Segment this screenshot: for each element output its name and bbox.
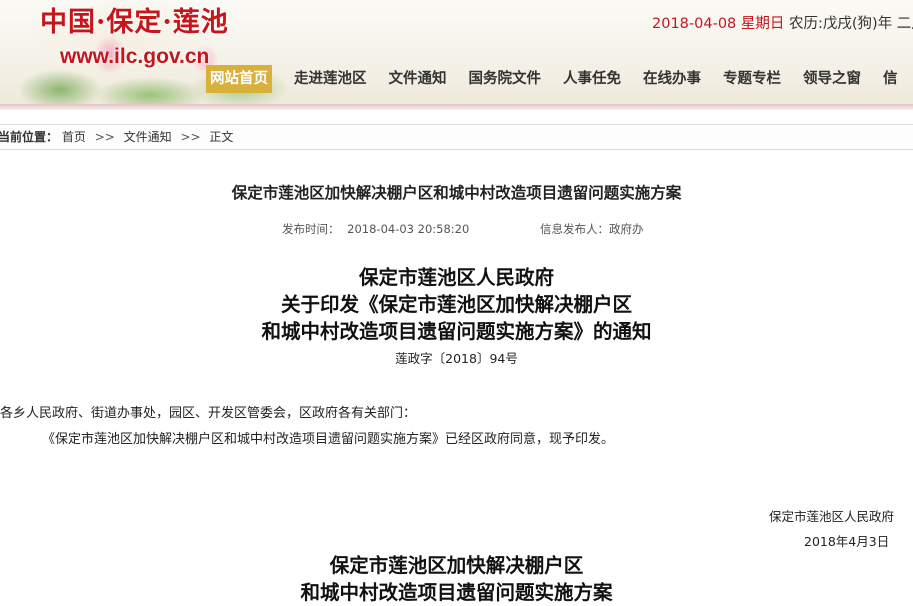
publish-info: 发布时间： 2018-04-03 20:58:20	[282, 221, 469, 237]
nav-item-more[interactable]: 信	[883, 65, 898, 93]
doc-heading-line-2: 关于印发《保定市莲池区加快解决棚户区	[280, 293, 632, 316]
nav-item-about-district[interactable]: 走进莲池区	[294, 65, 367, 93]
breadcrumb: 当前位置： 首页 >> 文件通知 >> 正文	[0, 124, 913, 150]
nav-item-topics[interactable]: 专题专栏	[723, 65, 781, 93]
body-paragraph: 《保定市莲池区加快解决棚户区和城中村改造项目遗留问题实施方案》已经区政府同意，现…	[42, 432, 615, 447]
breadcrumb-home-link[interactable]: 首页	[62, 130, 86, 144]
breadcrumb-notices-link[interactable]: 文件通知	[124, 130, 172, 144]
nav-item-online-service[interactable]: 在线办事	[643, 65, 701, 93]
date-bar: 2018-04-08 星期日 农历:戊戌(狗)年 二月	[652, 12, 913, 33]
nav-item-state-council[interactable]: 国务院文件	[469, 65, 542, 93]
addressee-paragraph: 各乡人民政府、街道办事处，园区、开发区管委会，区政府各有关部门：	[0, 406, 417, 421]
signer: 保定市莲池区人民政府	[769, 509, 895, 524]
nav-item-notices[interactable]: 文件通知	[389, 65, 447, 93]
publisher-info: 信息发布人：政府办	[540, 221, 644, 237]
breadcrumb-label: 当前位置：	[0, 130, 59, 144]
lunar-date: 农历:戊戌(狗)年 二月	[789, 16, 913, 32]
article-title: 保定市莲池区加快解决棚户区和城中村改造项目遗留问题实施方案	[231, 184, 682, 202]
publisher-label: 信息发布人：	[540, 222, 609, 236]
publisher-name: 政府办	[609, 222, 644, 236]
main-nav: 网站首页 走进莲池区 文件通知 国务院文件 人事任免 在线办事 专题专栏 领导之…	[206, 64, 913, 94]
breadcrumb-current: 正文	[209, 130, 234, 144]
site-title: 中国·保定·莲池	[40, 7, 229, 38]
doc-heading-line-1: 保定市莲池区人民政府	[358, 266, 554, 289]
attachment-heading-line-2: 和城中村改造项目遗留问题实施方案	[300, 581, 613, 604]
nav-item-leaders[interactable]: 领导之窗	[803, 65, 861, 93]
publish-time-label: 发布时间：	[282, 222, 340, 236]
current-weekday: 星期日	[740, 16, 785, 32]
doc-heading-line-3: 和城中村改造项目遗留问题实施方案》的通知	[261, 320, 652, 343]
breadcrumb-separator: >>	[180, 130, 201, 144]
nav-item-personnel[interactable]: 人事任免	[563, 65, 621, 93]
document-number: 莲政字〔2018〕94号	[395, 351, 518, 366]
sign-date: 2018年4月3日	[804, 534, 890, 549]
publish-time: 2018-04-03 20:58:20	[347, 222, 470, 236]
nav-item-home[interactable]: 网站首页	[206, 65, 272, 93]
breadcrumb-separator: >>	[94, 130, 115, 144]
current-date: 2018-04-08	[652, 16, 737, 32]
attachment-heading-line-1: 保定市莲池区加快解决棚户区	[329, 554, 584, 577]
header-divider	[0, 104, 913, 110]
site-url: www.ilc.gov.cn	[60, 45, 210, 68]
site-header: 中国·保定·莲池 www.ilc.gov.cn 2018-04-08 星期日 农…	[0, 0, 913, 104]
